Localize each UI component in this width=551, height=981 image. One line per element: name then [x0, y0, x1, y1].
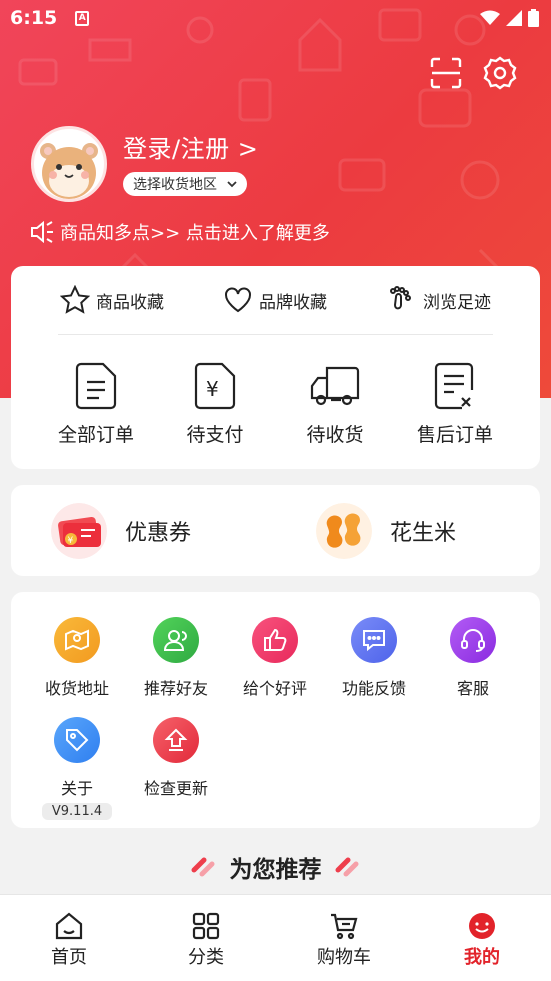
bottom-tab-bar: 首页 分类 购物车 我的 [0, 894, 551, 981]
footprint-icon [390, 286, 411, 310]
service-customer-care-circle [450, 617, 496, 663]
cart-icon [331, 913, 358, 940]
delivery-truck-icon [310, 366, 360, 406]
notification-icon: A [75, 10, 90, 26]
orders-pending-payment-label: 待支付 [186, 424, 244, 446]
favorites-goods-label: 商品收藏 [96, 292, 164, 313]
service-feedback-button[interactable]: 功能反馈 [324, 617, 424, 699]
category-grid-icon [192, 912, 220, 940]
region-selector[interactable]: 选择收货地区 [123, 172, 247, 196]
service-about-button[interactable]: 关于 V9.11.4 [27, 717, 127, 820]
slash-decoration-icon [335, 857, 358, 877]
gear-icon[interactable] [483, 56, 517, 90]
favorites-goods-button[interactable]: 商品收藏 [60, 280, 164, 320]
favorites-brand-button[interactable]: 品牌收藏 [223, 280, 327, 320]
service-rate-label: 给个好评 [242, 679, 307, 698]
hamster-avatar-icon [40, 143, 98, 199]
version-badge: V9.11.4 [41, 803, 113, 820]
tag-icon [66, 729, 89, 752]
divider [58, 334, 493, 335]
feedback-icon [363, 630, 385, 652]
service-rate-button[interactable]: 给个好评 [225, 617, 325, 699]
recommend-title: 为您推荐 [229, 857, 322, 883]
svg-text:¥: ¥ [206, 377, 219, 401]
assets-card: ¥ 优惠券 花生米 [11, 485, 540, 576]
orders-after-sales-label: 售后订单 [416, 424, 493, 446]
service-check-update-button[interactable]: 检查更新 [126, 717, 226, 799]
upload-icon [164, 728, 188, 751]
after-sales-icon [434, 362, 474, 410]
browse-history-button[interactable]: 浏览足迹 [387, 280, 491, 320]
slash-decoration-icon [191, 857, 214, 877]
invite-friend-icon [163, 630, 187, 651]
orders-pending-receipt-label: 待收货 [306, 424, 364, 446]
orders-pending-payment-button[interactable]: ¥ 待支付 [160, 362, 270, 447]
header-actions [429, 56, 517, 90]
login-register-link[interactable]: 登录/注册 > [123, 129, 258, 164]
scan-icon[interactable] [429, 56, 463, 90]
wifi-icon [480, 10, 500, 25]
orders-after-sales-button[interactable]: 售后订单 [400, 362, 510, 447]
battery-icon [528, 9, 539, 27]
signal-icon [506, 10, 522, 26]
region-selector-label: 选择收货地区 [133, 177, 217, 193]
recommend-header: 为您推荐 [0, 850, 551, 884]
tab-profile[interactable]: 我的 [427, 911, 537, 969]
service-feedback-circle [351, 617, 397, 663]
star-icon [60, 285, 90, 314]
service-invite-label: 推荐好友 [143, 679, 208, 698]
thumbs-up-icon [264, 628, 287, 651]
coupon-icon: ¥ [51, 503, 107, 559]
services-card: 收货地址 推荐好友 给个好评 功能反馈 客服 关于 V9.11.4 检查更新 [11, 592, 540, 828]
orders-pending-receipt-button[interactable]: 待收货 [280, 362, 390, 447]
service-check-update-circle [153, 717, 199, 763]
tab-cart[interactable]: 购物车 [289, 911, 399, 969]
service-address-label: 收货地址 [44, 679, 109, 698]
tab-cart-label: 购物车 [317, 947, 371, 968]
peanut-label: 花生米 [390, 521, 457, 546]
svg-text:¥: ¥ [68, 536, 74, 546]
heart-icon [225, 287, 251, 313]
speaker-icon [31, 221, 53, 243]
coupon-label: 优惠券 [125, 521, 192, 546]
tab-home-label: 首页 [51, 947, 87, 968]
tab-home[interactable]: 首页 [14, 911, 124, 969]
service-about-label: 关于 [60, 779, 93, 798]
orders-all-label: 全部订单 [57, 424, 134, 446]
service-rate-circle [252, 617, 298, 663]
tab-profile-label: 我的 [464, 947, 500, 968]
status-time: 6:15 [10, 7, 58, 29]
avatar[interactable] [31, 126, 107, 202]
favorites-row: 商品收藏 品牌收藏 浏览足迹 [11, 280, 540, 320]
tab-category[interactable]: 分类 [151, 911, 261, 969]
coupon-button[interactable]: ¥ 优惠券 [51, 503, 191, 559]
pending-payment-icon: ¥ [194, 362, 236, 410]
notice-text: 商品知多点>> 点击进入了解更多 [60, 223, 330, 244]
home-icon [55, 912, 83, 940]
headset-icon [461, 629, 485, 652]
service-check-update-label: 检查更新 [143, 779, 208, 798]
browse-history-label: 浏览足迹 [423, 292, 491, 313]
orders-all-button[interactable]: 全部订单 [41, 362, 151, 447]
notice-banner[interactable]: 商品知多点>> 点击进入了解更多 [30, 219, 330, 245]
order-list-icon [75, 362, 117, 410]
service-address-button[interactable]: 收货地址 [27, 617, 127, 699]
service-address-circle [54, 617, 100, 663]
service-customer-care-button[interactable]: 客服 [423, 617, 523, 699]
address-map-icon [65, 629, 89, 651]
chevron-down-icon [227, 181, 237, 188]
service-about-circle [54, 717, 100, 763]
status-bar: 6:15 A [0, 0, 551, 36]
service-invite-button[interactable]: 推荐好友 [126, 617, 226, 699]
favorites-brand-label: 品牌收藏 [259, 292, 327, 313]
peanut-button[interactable]: 花生米 [316, 503, 456, 559]
service-customer-care-label: 客服 [456, 679, 489, 698]
service-feedback-label: 功能反馈 [341, 679, 406, 698]
tab-category-label: 分类 [188, 947, 224, 968]
service-invite-circle [153, 617, 199, 663]
favorites-orders-card: 商品收藏 品牌收藏 浏览足迹 全部订单 ¥ 待支付 待收货 售后订单 [11, 266, 540, 469]
profile-icon [469, 913, 495, 939]
peanut-icon [316, 503, 372, 559]
